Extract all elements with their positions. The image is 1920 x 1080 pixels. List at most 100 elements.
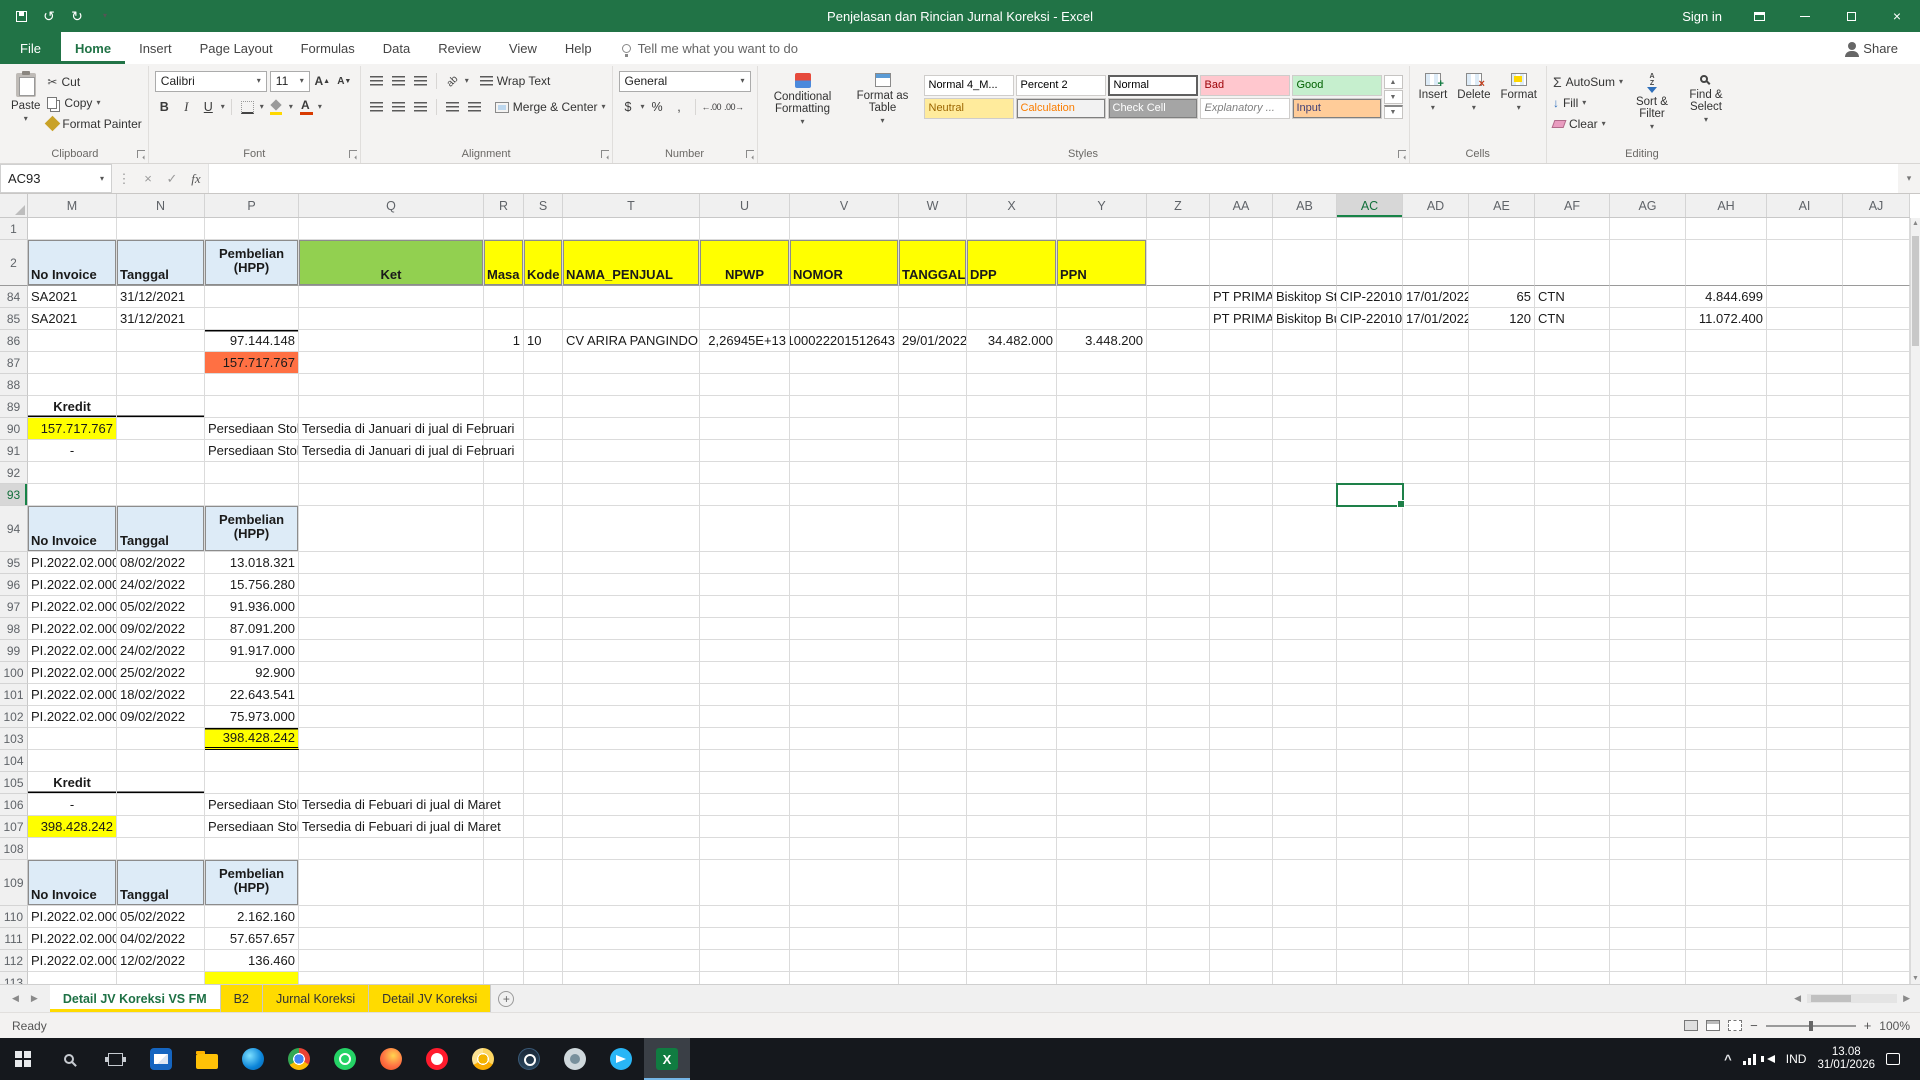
cell-V112[interactable] [790,950,899,972]
cell-N86[interactable] [117,330,205,352]
cell-N109[interactable]: Tanggal [117,860,205,906]
cell-AF100[interactable] [1535,662,1610,684]
cell-AE85[interactable]: 120 [1469,308,1535,330]
cell-AC111[interactable] [1337,928,1403,950]
cell-M113[interactable] [28,972,117,984]
cell-P99[interactable]: 91.917.000 [205,640,299,662]
cell-N113[interactable] [117,972,205,984]
cell-V93[interactable] [790,484,899,506]
cell-W1[interactable] [899,218,967,240]
cell-P106[interactable]: Persediaan Stok [205,794,299,816]
cell-M1[interactable] [28,218,117,240]
cell-N103[interactable] [117,728,205,750]
cell-S113[interactable] [524,972,563,984]
cell-AE97[interactable] [1469,596,1535,618]
cell-AJ86[interactable] [1843,330,1910,352]
cell-T108[interactable] [563,838,700,860]
cell-T97[interactable] [563,596,700,618]
cell-M96[interactable]: PI.2022.02.00043 [28,574,117,596]
cell-W105[interactable] [899,772,967,794]
cell-T111[interactable] [563,928,700,950]
cell-AI102[interactable] [1767,706,1843,728]
cell-V90[interactable] [790,418,899,440]
cell-AH87[interactable] [1686,352,1767,374]
cell-AB86[interactable] [1273,330,1337,352]
cell-W96[interactable] [899,574,967,596]
cell-V87[interactable] [790,352,899,374]
cell-V109[interactable] [790,860,899,906]
format-as-table-button[interactable]: Format as Table ▾ [844,69,922,146]
cell-M107[interactable]: 398.428.242 [28,816,117,838]
cell-AC101[interactable] [1337,684,1403,706]
column-header-V[interactable]: V [790,194,899,217]
cell-AH112[interactable] [1686,950,1767,972]
cell-AE1[interactable] [1469,218,1535,240]
telegram-taskbar-icon[interactable] [598,1038,644,1080]
ribbon-tab-review[interactable]: Review [424,32,495,64]
cell-Q1[interactable] [299,218,484,240]
cell-R1[interactable] [484,218,524,240]
cell-AI106[interactable] [1767,794,1843,816]
cell-X113[interactable] [967,972,1057,984]
cell-AA99[interactable] [1210,640,1273,662]
cell-W113[interactable] [899,972,967,984]
row-header-98[interactable]: 98 [0,618,28,640]
cell-S102[interactable] [524,706,563,728]
new-sheet-button[interactable]: + [491,985,521,1012]
cell-style-percent-2[interactable]: Percent 2 [1016,75,1106,96]
cell-M87[interactable] [28,352,117,374]
cell-Z99[interactable] [1147,640,1210,662]
cell-AC90[interactable] [1337,418,1403,440]
cell-AC105[interactable] [1337,772,1403,794]
cell-N98[interactable]: 09/02/2022 [117,618,205,640]
cell-AI87[interactable] [1767,352,1843,374]
borders-button[interactable] [238,97,257,117]
row-header-90[interactable]: 90 [0,418,28,440]
cell-V106[interactable] [790,794,899,816]
column-header-AD[interactable]: AD [1403,194,1469,217]
increase-font-size-button[interactable]: A▲ [313,71,332,91]
cell-AE105[interactable] [1469,772,1535,794]
cell-X87[interactable] [967,352,1057,374]
cell-M85[interactable]: SA2021 [28,308,117,330]
cell-AA106[interactable] [1210,794,1273,816]
tell-me-box[interactable]: Tell me what you want to do [622,32,798,64]
cell-AC113[interactable] [1337,972,1403,984]
cell-V92[interactable] [790,462,899,484]
cell-AJ106[interactable] [1843,794,1910,816]
cell-AH103[interactable] [1686,728,1767,750]
autosum-button[interactable]: ΣAutoSum▾ [1553,71,1623,92]
cell-AH89[interactable] [1686,396,1767,418]
cell-M97[interactable]: PI.2022.02.00057 [28,596,117,618]
cell-AA1[interactable] [1210,218,1273,240]
insert-cells-button[interactable]: Insert ▾ [1416,69,1451,146]
cell-X86[interactable]: 34.482.000 [967,330,1057,352]
cell-Y88[interactable] [1057,374,1147,396]
cell-R95[interactable] [484,552,524,574]
cell-Q104[interactable] [299,750,484,772]
cell-AD108[interactable] [1403,838,1469,860]
cell-R92[interactable] [484,462,524,484]
cell-X107[interactable] [967,816,1057,838]
row-header-101[interactable]: 101 [0,684,28,706]
customize-qat-button[interactable]: ▾ [92,3,118,29]
sheet-tab-jurnal-koreksi[interactable]: Jurnal Koreksi [263,985,369,1012]
cell-AC94[interactable] [1337,506,1403,552]
cell-S88[interactable] [524,374,563,396]
cell-W100[interactable] [899,662,967,684]
row-header-110[interactable]: 110 [0,906,28,928]
cell-AF90[interactable] [1535,418,1610,440]
cell-X105[interactable] [967,772,1057,794]
cell-M109[interactable]: No Invoice [28,860,117,906]
cell-N89[interactable] [117,396,205,418]
cell-AI93[interactable] [1767,484,1843,506]
cell-S101[interactable] [524,684,563,706]
cell-AE91[interactable] [1469,440,1535,462]
zoom-level[interactable]: 100% [1879,1019,1910,1033]
cell-Z90[interactable] [1147,418,1210,440]
cell-W92[interactable] [899,462,967,484]
cell-AD88[interactable] [1403,374,1469,396]
cell-AG94[interactable] [1610,506,1686,552]
cell-AG107[interactable] [1610,816,1686,838]
cell-P97[interactable]: 91.936.000 [205,596,299,618]
